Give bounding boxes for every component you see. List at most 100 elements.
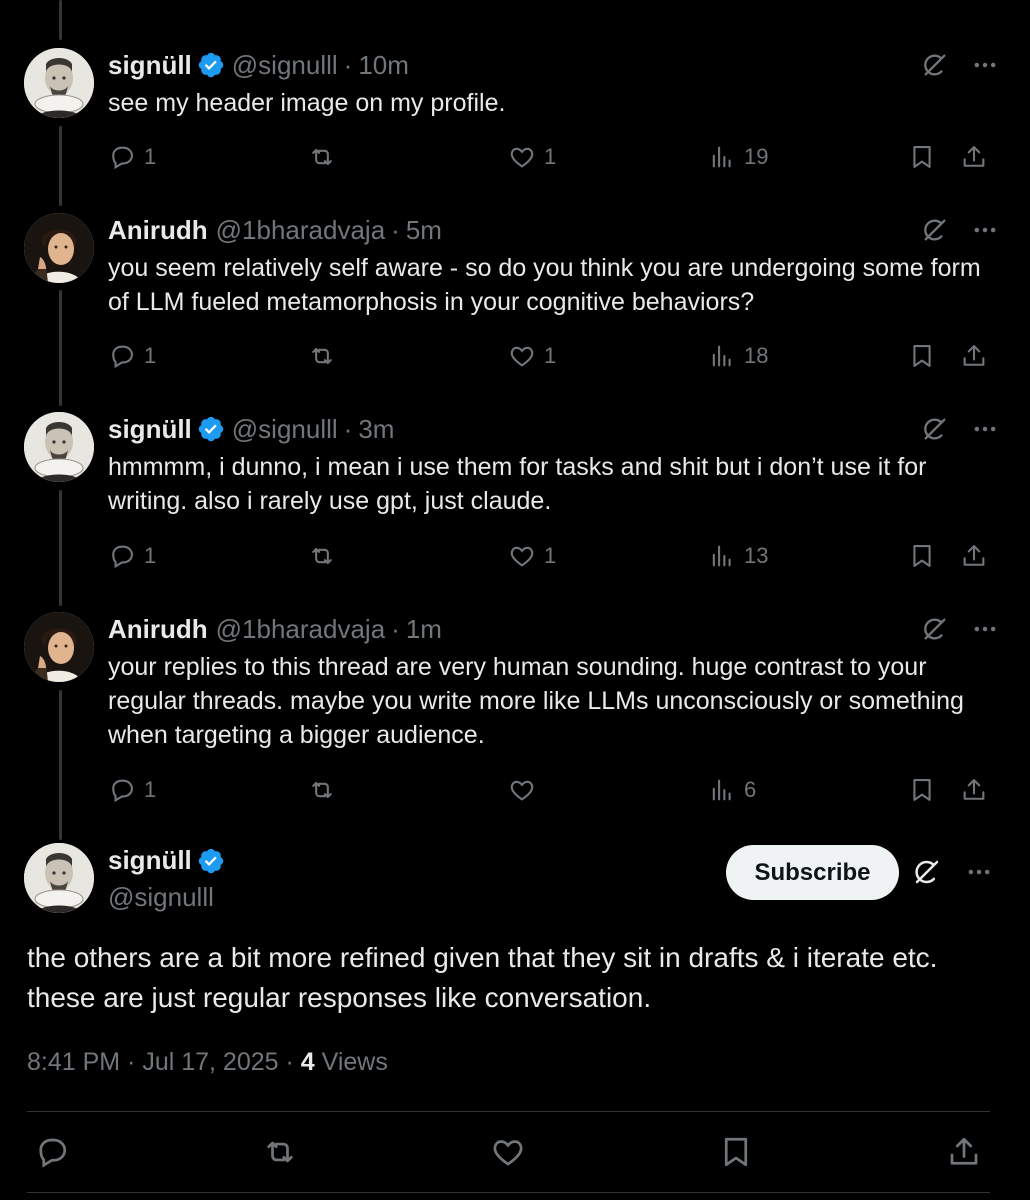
main-post-author: signüll xyxy=(108,845,224,876)
post-time[interactable]: 5m xyxy=(406,215,442,246)
main-action-bar xyxy=(0,1134,1030,1174)
reply-button[interactable]: 1 xyxy=(108,775,156,805)
share-button[interactable] xyxy=(960,541,988,571)
more-options-icon[interactable] xyxy=(970,50,1000,80)
author-handle[interactable]: @1bharadvaja xyxy=(216,614,386,645)
reply-button[interactable]: 1 xyxy=(108,341,156,371)
reply-button[interactable]: 1 xyxy=(108,541,156,571)
separator: · xyxy=(343,49,353,80)
share-button[interactable] xyxy=(946,1134,982,1170)
repost-button[interactable] xyxy=(308,341,344,371)
separator: · xyxy=(391,613,400,644)
subscribe-button[interactable]: Subscribe xyxy=(726,845,899,900)
grok-icon[interactable] xyxy=(912,857,942,887)
main-post-text: the others are a bit more refined given … xyxy=(27,942,938,1013)
reply-button[interactable] xyxy=(34,1134,70,1170)
post-time[interactable]: 3m xyxy=(358,414,394,445)
views-icon xyxy=(708,342,736,370)
share-button[interactable] xyxy=(960,142,988,172)
post-header: signüll @signulll · 10m xyxy=(108,48,409,82)
share-icon xyxy=(960,542,988,570)
bookmark-icon xyxy=(908,776,936,804)
author-name[interactable]: signüll xyxy=(108,845,192,876)
more-options-icon[interactable] xyxy=(970,215,1000,245)
views-count: 13 xyxy=(744,543,769,568)
author-handle[interactable]: @signulll xyxy=(232,50,338,81)
action-bar: 1 1 19 xyxy=(108,142,996,172)
more-options-icon[interactable] xyxy=(970,414,1000,444)
repost-button[interactable] xyxy=(308,541,344,571)
post-header: Anirudh @1bharadvaja · 5m xyxy=(108,213,442,247)
verified-badge-icon xyxy=(198,416,224,442)
avatar[interactable] xyxy=(24,843,94,913)
avatar[interactable] xyxy=(24,213,94,283)
repost-button[interactable] xyxy=(308,142,344,172)
more-options-icon[interactable] xyxy=(970,614,1000,644)
reply-icon xyxy=(108,143,136,171)
like-button[interactable]: 1 xyxy=(508,541,556,571)
views-button[interactable]: 13 xyxy=(708,541,768,571)
like-button[interactable] xyxy=(490,1134,526,1170)
share-button[interactable] xyxy=(960,341,988,371)
grok-icon[interactable] xyxy=(920,614,950,644)
author-name[interactable]: signüll xyxy=(108,50,192,81)
separator: · xyxy=(391,214,400,245)
bookmark-icon xyxy=(908,542,936,570)
avatar[interactable] xyxy=(24,612,94,682)
reply-post[interactable]: Anirudh @1bharadvaja · 1m your replies t… xyxy=(0,612,1030,822)
like-button[interactable] xyxy=(508,775,544,805)
views-icon xyxy=(708,542,736,570)
author-name[interactable]: Anirudh xyxy=(108,614,208,645)
repost-icon xyxy=(308,143,336,171)
reply-post[interactable]: signüll @signulll · 3m hmmmm, i dunno, i… xyxy=(0,412,1030,582)
views-button[interactable]: 19 xyxy=(708,142,768,172)
bookmark-button[interactable] xyxy=(908,541,936,571)
post-header: signüll @signulll · 3m xyxy=(108,412,394,446)
bookmark-button[interactable] xyxy=(718,1134,754,1170)
share-icon xyxy=(960,143,988,171)
views-button[interactable]: 18 xyxy=(708,341,768,371)
post-datetime[interactable]: 8:41 PM · Jul 17, 2025 · xyxy=(27,1048,301,1076)
views-count: 18 xyxy=(744,343,769,368)
reply-button[interactable]: 1 xyxy=(108,142,156,172)
action-bar: 1 6 xyxy=(108,775,996,805)
views-button[interactable]: 6 xyxy=(708,775,756,805)
author-handle[interactable]: @signulll xyxy=(232,414,338,445)
repost-button[interactable] xyxy=(308,775,344,805)
bookmark-button[interactable] xyxy=(908,142,936,172)
reply-icon xyxy=(108,542,136,570)
author-name[interactable]: Anirudh xyxy=(108,215,208,246)
like-icon xyxy=(508,342,536,370)
post-time[interactable]: 10m xyxy=(358,50,409,81)
repost-button[interactable] xyxy=(262,1134,298,1170)
grok-icon[interactable] xyxy=(920,50,950,80)
reply-post[interactable]: Anirudh @1bharadvaja · 5m you seem relat… xyxy=(0,213,1030,383)
author-handle[interactable]: @1bharadvaja xyxy=(216,215,386,246)
reply-count: 1 xyxy=(144,144,157,169)
grok-icon[interactable] xyxy=(920,215,950,245)
author-name[interactable]: signüll xyxy=(108,414,192,445)
post-text: your replies to this thread are very hum… xyxy=(108,653,964,749)
bookmark-button[interactable] xyxy=(908,775,936,805)
reply-post[interactable]: signüll @signulll · 10m see my header im… xyxy=(0,48,1030,198)
post-time[interactable]: 1m xyxy=(406,614,442,645)
like-count: 1 xyxy=(544,144,557,169)
previous-action-row xyxy=(0,0,1030,6)
avatar[interactable] xyxy=(24,412,94,482)
share-button[interactable] xyxy=(960,775,988,805)
reply-count: 1 xyxy=(144,777,157,802)
repost-icon xyxy=(308,542,336,570)
views-count: 19 xyxy=(744,144,769,169)
author-handle[interactable]: @signulll xyxy=(108,882,214,913)
grok-icon[interactable] xyxy=(920,414,950,444)
like-button[interactable]: 1 xyxy=(508,341,556,371)
like-count: 1 xyxy=(544,543,557,568)
repost-icon xyxy=(262,1134,298,1170)
like-button[interactable]: 1 xyxy=(508,142,556,172)
avatar[interactable] xyxy=(24,48,94,118)
more-options-icon[interactable] xyxy=(964,857,994,887)
reply-icon xyxy=(108,776,136,804)
repost-icon xyxy=(308,342,336,370)
bookmark-button[interactable] xyxy=(908,341,936,371)
divider xyxy=(27,1192,990,1193)
